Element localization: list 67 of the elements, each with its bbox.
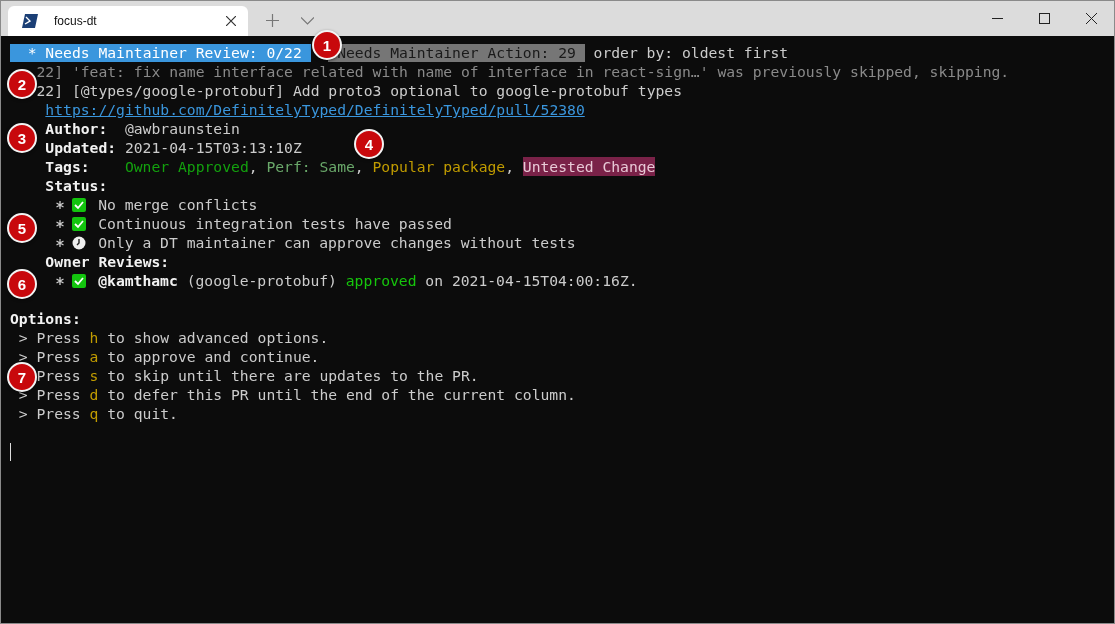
caret-icon[interactable] <box>301 17 314 25</box>
pr-link[interactable]: https://github.com/DefinitelyTyped/DefinitelyTyped/pull/52380 <box>45 100 585 119</box>
close-icon[interactable] <box>226 16 236 26</box>
field-label: Tags: <box>45 157 91 176</box>
field-label: Author: <box>45 119 109 138</box>
option-text: Press <box>36 385 81 404</box>
package-name: (google-protobuf) <box>186 271 337 290</box>
tag: Perf: Same <box>266 157 355 176</box>
comma: , <box>505 157 514 176</box>
review-date: on 2021-04-15T04:00:16Z. <box>425 271 638 290</box>
option-text: to show advanced options. <box>107 328 329 347</box>
option-text: to approve and continue. <box>107 347 320 366</box>
callout-marker: 2 <box>7 69 37 99</box>
callout-marker: 6 <box>7 269 37 299</box>
status-text: Continuous integration tests have passed <box>98 214 452 233</box>
order-text: order by: oldest first <box>593 43 789 62</box>
close-icon[interactable] <box>1086 13 1097 24</box>
callout-marker: 4 <box>354 129 384 159</box>
new-tab-icon[interactable] <box>266 14 279 27</box>
shortcut-key: h <box>89 328 99 347</box>
bullet-icon <box>56 276 65 285</box>
status-text: Only a DT maintainer can approve changes without tests <box>98 233 576 252</box>
comma: , <box>248 157 258 176</box>
callout-marker: 7 <box>7 362 37 392</box>
tag: Untested Change <box>522 157 656 176</box>
field-label: Updated: <box>45 138 118 157</box>
checkbox-check-icon <box>72 197 87 212</box>
terminal-tab[interactable]: focus-dt <box>8 6 248 36</box>
tag: Owner Approved <box>124 157 249 176</box>
reviewer-name: @kamthamc <box>98 271 178 290</box>
text-cursor <box>10 442 11 461</box>
checkbox-check-icon <box>72 273 87 288</box>
clock-icon <box>72 235 87 250</box>
shortcut-key: s <box>89 366 99 385</box>
section-label: Owner Reviews: <box>45 252 170 271</box>
maximize-icon[interactable] <box>1039 13 1050 24</box>
checkbox-check-icon <box>72 216 87 231</box>
option-text: Press <box>36 366 81 385</box>
callout-marker: 3 <box>7 123 37 153</box>
option-text: to defer this PR until the end of the current column. <box>107 385 576 404</box>
bullet-icon <box>56 238 65 247</box>
bullet-icon <box>56 219 65 228</box>
option-text: Press <box>36 404 81 423</box>
section-label: Status: <box>45 176 108 195</box>
column-tab[interactable]: * Needs Maintainer Review: 0/22 <box>10 43 311 62</box>
field-value: 2021-04-15T03:13:10Z <box>124 138 302 157</box>
powershell-icon <box>22 14 38 28</box>
prompt-mark: > <box>18 404 28 423</box>
bullet-icon <box>56 200 65 209</box>
section-label: Options: <box>10 309 81 328</box>
callout-marker: 5 <box>7 213 37 243</box>
skipped-message: 22] 'feat: fix name interface related with name of interface in react-sign…' was previously skipped, skipping. <box>36 62 1010 81</box>
pr-title: [@types/google-protobuf] Add proto3 optional to google-protobuf types <box>71 81 683 100</box>
shortcut-key: q <box>89 404 99 423</box>
status-text: No merge conflicts <box>98 195 258 214</box>
comma: , <box>354 157 364 176</box>
pr-index: 22] <box>36 81 64 100</box>
shortcut-key: a <box>89 347 99 366</box>
prompt-mark: > <box>18 328 28 347</box>
option-text: Press <box>36 347 81 366</box>
option-text: to quit. <box>107 404 178 423</box>
shortcut-key: d <box>89 385 99 404</box>
review-verdict: approved <box>345 271 417 290</box>
field-value: @awbraunstein <box>124 119 240 138</box>
tag: Popular package <box>372 157 506 176</box>
option-text: to skip until there are updates to the PR. <box>107 366 479 385</box>
option-text: Press <box>36 328 81 347</box>
